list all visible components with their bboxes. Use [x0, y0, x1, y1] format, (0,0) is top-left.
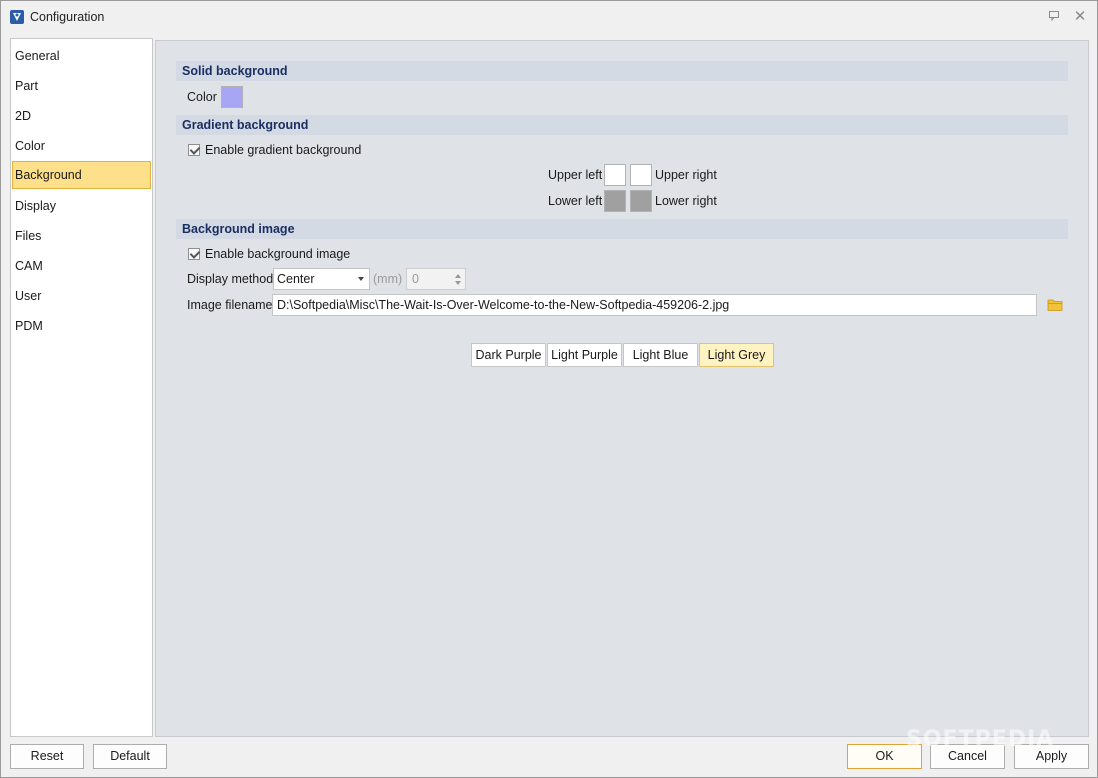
configuration-window: Configuration ✕ General Part 2D Color Ba… — [0, 0, 1098, 778]
chevron-down-icon — [358, 277, 364, 281]
gradient-background-header: Gradient background — [176, 115, 1068, 135]
reset-button[interactable]: Reset — [10, 744, 84, 769]
sidebar-item-general[interactable]: General — [12, 42, 151, 70]
sidebar-item-part[interactable]: Part — [12, 72, 151, 100]
image-filename-input[interactable]: D:\Softpedia\Misc\The-Wait-Is-Over-Welco… — [272, 294, 1037, 316]
sidebar-item-display[interactable]: Display — [12, 192, 151, 220]
unit-label: (mm) — [373, 272, 403, 286]
display-method-value: Center — [277, 272, 315, 286]
sidebar-item-color[interactable]: Color — [12, 132, 151, 160]
spin-down-icon[interactable] — [455, 281, 461, 285]
sidebar-item-files[interactable]: Files — [12, 222, 151, 250]
upper-left-label: Upper left — [548, 168, 603, 182]
sidebar-item-user[interactable]: User — [12, 282, 151, 310]
image-filename-label: Image filename — [187, 298, 273, 312]
lower-right-label: Lower right — [655, 194, 717, 208]
app-icon — [10, 10, 24, 24]
background-settings-panel: Solid background Color Gradient backgrou… — [155, 40, 1089, 737]
upper-right-swatch[interactable] — [630, 164, 652, 186]
sidebar-item-2d[interactable]: 2D — [12, 102, 151, 130]
preset-light-blue-button[interactable]: Light Blue — [623, 343, 698, 367]
offset-spinbox[interactable]: 0 — [406, 268, 466, 290]
enable-gradient-checkbox[interactable] — [188, 144, 200, 156]
enable-gradient-label: Enable gradient background — [205, 143, 362, 157]
background-image-header: Background image — [176, 219, 1068, 239]
offset-value: 0 — [412, 272, 419, 286]
enable-background-image-label: Enable background image — [205, 247, 351, 261]
color-label: Color — [187, 90, 217, 104]
title-bar: Configuration ✕ — [1, 1, 1097, 33]
sidebar-item-cam[interactable]: CAM — [12, 252, 151, 280]
window-title: Configuration — [30, 10, 105, 24]
display-method-select[interactable]: Center — [273, 268, 370, 290]
category-sidebar: General Part 2D Color Background Display… — [10, 38, 153, 737]
watermark: SOFTPEDIA — [906, 727, 1055, 752]
solid-background-header: Solid background — [176, 61, 1068, 81]
preset-light-purple-button[interactable]: Light Purple — [547, 343, 622, 367]
display-method-label: Display method — [187, 272, 274, 286]
sidebar-item-background[interactable]: Background — [12, 161, 151, 189]
enable-background-image-checkbox[interactable] — [188, 248, 200, 260]
sidebar-item-pdm[interactable]: PDM — [12, 312, 151, 340]
solid-color-swatch[interactable] — [221, 86, 243, 108]
folder-icon[interactable] — [1047, 298, 1063, 312]
lower-right-swatch[interactable] — [630, 190, 652, 212]
default-button[interactable]: Default — [93, 744, 167, 769]
spin-up-icon[interactable] — [455, 274, 461, 278]
preset-dark-purple-button[interactable]: Dark Purple — [471, 343, 546, 367]
close-icon[interactable]: ✕ — [1072, 9, 1088, 25]
preset-light-grey-button[interactable]: Light Grey — [699, 343, 774, 367]
restore-icon[interactable] — [1046, 9, 1062, 25]
lower-left-label: Lower left — [548, 194, 603, 208]
upper-right-label: Upper right — [655, 168, 717, 182]
lower-left-swatch[interactable] — [604, 190, 626, 212]
upper-left-swatch[interactable] — [604, 164, 626, 186]
